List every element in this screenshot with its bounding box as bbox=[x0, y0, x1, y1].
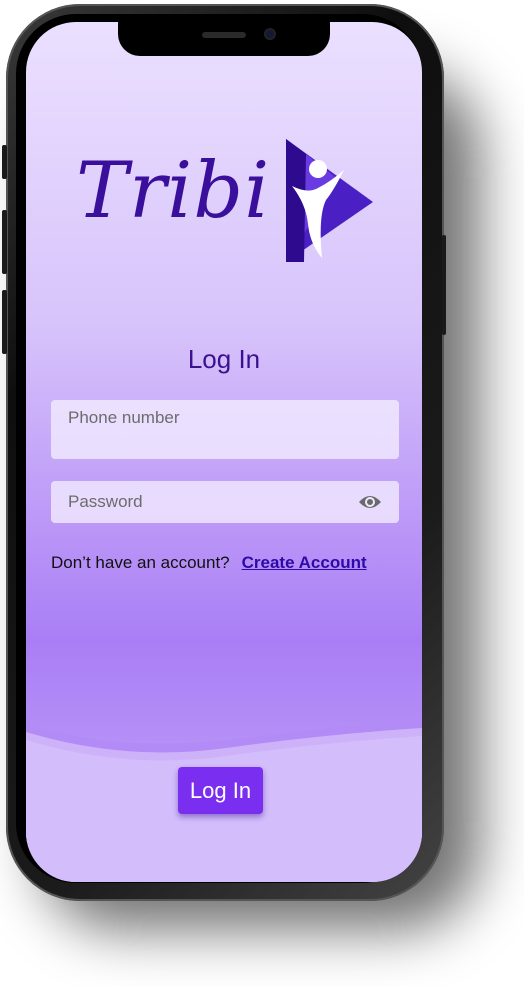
password-placeholder: Password bbox=[68, 492, 143, 511]
side-button bbox=[2, 210, 7, 274]
phone-number-placeholder: Phone number bbox=[68, 408, 180, 427]
speaker-grille bbox=[202, 32, 246, 38]
side-button bbox=[2, 145, 7, 179]
no-account-text: Don’t have an account? bbox=[51, 553, 230, 572]
side-button bbox=[2, 290, 7, 354]
create-account-link[interactable]: Create Account bbox=[242, 553, 367, 572]
login-button[interactable]: Log In bbox=[178, 767, 263, 814]
signup-prompt: Don’t have an account? Create Account bbox=[51, 553, 367, 573]
eye-icon[interactable] bbox=[358, 492, 382, 512]
logo-wordmark: Tribi bbox=[76, 146, 271, 236]
tribi-logo: Tribi bbox=[76, 134, 376, 269]
play-person-icon bbox=[286, 139, 373, 262]
side-button bbox=[442, 235, 446, 335]
device-mockup: Tribi Log In Phone number Password Don’t… bbox=[0, 0, 524, 987]
page-title: Log In bbox=[187, 344, 261, 374]
notch bbox=[118, 22, 330, 56]
camera-icon bbox=[264, 28, 276, 40]
password-field[interactable]: Password bbox=[51, 481, 399, 523]
phone-number-field[interactable]: Phone number bbox=[51, 400, 399, 459]
app-screen: Tribi Log In Phone number Password Don’t… bbox=[26, 22, 422, 882]
